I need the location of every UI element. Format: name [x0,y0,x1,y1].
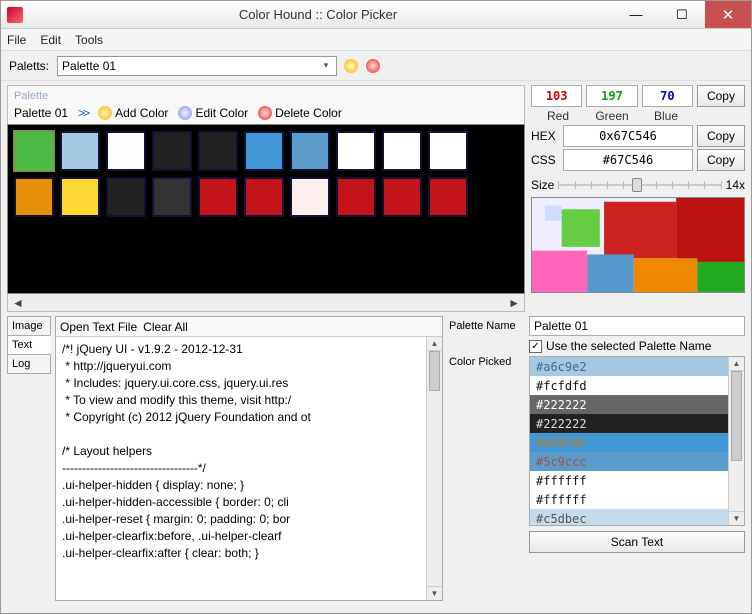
swatch[interactable] [336,177,376,217]
clear-all-button[interactable]: Clear All [143,320,188,334]
scroll-right-icon[interactable]: ► [508,296,520,310]
swatch[interactable] [336,131,376,171]
edit-color-button[interactable]: Edit Color [178,106,248,120]
picked-color-item[interactable]: #222222 [530,395,744,414]
picked-color-item[interactable]: #5c9ccc [530,452,744,471]
minimize-button[interactable]: — [613,1,659,28]
picklist-scrollbar[interactable]: ▲▼ [728,357,744,525]
use-selected-label: Use the selected Palette Name [546,339,711,353]
add-color-button[interactable]: Add Color [98,106,168,120]
side-tabs: Image Text Log [7,316,51,601]
swatch[interactable] [60,131,100,171]
tab-log[interactable]: Log [7,354,51,374]
zoom-slider[interactable] [558,175,721,195]
scroll-left-icon[interactable]: ◄ [12,296,24,310]
palette-header: Palette Palette 01 >> Add Color Edit Col… [7,85,525,124]
add-color-icon [98,106,112,120]
palette-name-label: Palette Name [449,320,525,332]
copy-css-button[interactable]: Copy [697,149,745,171]
text-area[interactable]: /*! jQuery UI - v1.9.2 - 2012-12-31 * ht… [56,337,442,600]
red-value: 103 [531,85,582,107]
swatch[interactable] [382,177,422,217]
scan-text-button[interactable]: Scan Text [529,531,745,553]
blue-value: 70 [642,85,693,107]
palette-name-input[interactable]: Palette 01 [529,316,745,336]
color-picked-label: Color Picked [449,356,525,368]
swatch[interactable] [244,177,284,217]
palette-combo[interactable]: Palette 01 ▾ [57,56,337,76]
swatch[interactable] [152,177,192,217]
picked-color-item[interactable]: #222222 [530,414,744,433]
copy-hex-button[interactable]: Copy [697,125,745,147]
picked-color-item[interactable]: #4297d7 [530,433,744,452]
green-value: 197 [586,85,637,107]
picked-color-item[interactable]: #c5dbec [530,509,744,526]
toolbar: Paletts: Palette 01 ▾ [1,51,751,81]
palettes-label: Paletts: [9,59,49,73]
palette-group-label: Palette [14,90,518,102]
size-label: Size [531,178,554,192]
green-label: Green [585,109,639,123]
menu-edit[interactable]: Edit [40,33,61,47]
text-content: /*! jQuery UI - v1.9.2 - 2012-12-31 * ht… [62,342,311,560]
delete-color-button[interactable]: Delete Color [258,106,342,120]
swatch[interactable] [152,131,192,171]
close-button[interactable]: ✕ [705,1,751,28]
picked-color-item[interactable]: #fcfdfd [530,376,744,395]
zoom-preview [531,197,745,293]
open-text-file-button[interactable]: Open Text File [60,320,137,334]
chevron-down-icon: ▾ [318,60,334,71]
swatch[interactable] [198,177,238,217]
swatch[interactable] [382,131,422,171]
swatch[interactable] [60,177,100,217]
hex-label: HEX [531,129,559,143]
swatch[interactable] [290,177,330,217]
edit-color-icon [178,106,192,120]
swatch[interactable] [14,177,54,217]
picked-color-item[interactable]: #ffffff [530,471,744,490]
picked-color-item[interactable]: #a6c9e2 [530,357,744,376]
color-picked-list[interactable]: ▲▼ #a6c9e2#fcfdfd#222222#222222#4297d7#5… [529,356,745,526]
slider-thumb[interactable] [632,178,642,192]
swatch[interactable] [244,131,284,171]
palette-expand-icon[interactable]: >> [78,106,88,120]
blue-label: Blue [639,109,693,123]
menu-file[interactable]: File [7,33,26,47]
swatch[interactable] [14,131,54,171]
text-scrollbar[interactable]: ▲▼ [426,337,442,600]
swatch[interactable] [106,177,146,217]
palette-grid [7,124,525,294]
palette-combo-value: Palette 01 [62,59,116,73]
swatch[interactable] [428,177,468,217]
copy-rgb-button[interactable]: Copy [697,85,745,107]
swatch[interactable] [290,131,330,171]
css-value: #67C546 [563,149,693,171]
hex-value: 0x67C546 [563,125,693,147]
swatch[interactable] [106,131,146,171]
remove-palette-icon[interactable] [365,58,381,74]
swatch[interactable] [428,131,468,171]
menubar: File Edit Tools [1,29,751,51]
tab-image[interactable]: Image [7,316,51,336]
menu-tools[interactable]: Tools [75,33,103,47]
app-icon [7,7,23,23]
red-label: Red [531,109,585,123]
delete-color-icon [258,106,272,120]
picked-color-item[interactable]: #ffffff [530,490,744,509]
css-label: CSS [531,153,559,167]
swatch[interactable] [198,131,238,171]
add-palette-icon[interactable] [343,58,359,74]
titlebar: Color Hound :: Color Picker — ☐ ✕ [1,1,751,29]
maximize-button[interactable]: ☐ [659,1,705,28]
palette-scrollbar[interactable]: ◄► [7,294,525,312]
size-value: 14x [726,178,745,192]
palette-name: Palette 01 [14,106,68,120]
window-title: Color Hound :: Color Picker [23,7,613,22]
use-selected-checkbox[interactable]: ✓ [529,340,542,353]
tab-text[interactable]: Text [7,335,51,355]
